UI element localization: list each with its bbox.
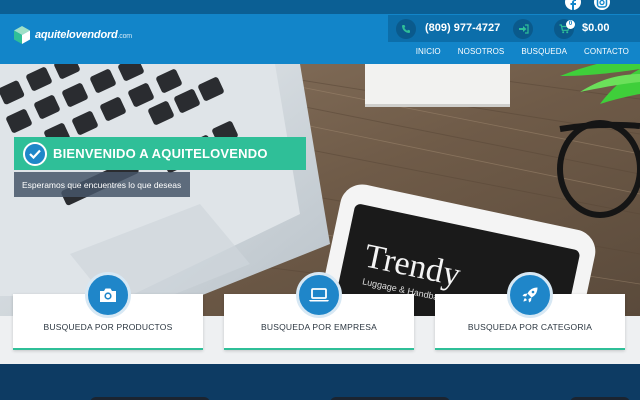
card-label: BUSQUEDA POR CATEGORIA — [467, 322, 593, 332]
main-nav: INICIO NOSOTROS BUSQUEDA CONTACTO — [399, 47, 629, 56]
contact-bar: (809) 977-4727 0 $0.00 — [388, 15, 640, 42]
nav-contacto[interactable]: CONTACTO — [584, 47, 629, 56]
welcome-title: BIENVENIDO A AQUITELOVENDO — [53, 146, 268, 161]
top-strip — [0, 0, 640, 14]
card-label: BUSQUEDA POR PRODUCTOS — [43, 322, 173, 332]
cart-count-badge: 0 — [566, 20, 575, 29]
site-logo[interactable]: aquitelovendord.com — [12, 24, 132, 46]
laptop-icon[interactable] — [296, 272, 342, 318]
footer-band — [0, 364, 640, 400]
nav-nosotros[interactable]: NOSOTROS — [458, 47, 505, 56]
phone-number[interactable]: (809) 977-4727 — [425, 22, 500, 34]
login-icon[interactable] — [513, 19, 533, 39]
camera-icon[interactable] — [85, 272, 131, 318]
logo-cube-icon — [12, 25, 32, 45]
site-header: aquitelovendord.com (809) 977-4727 0 $0.… — [0, 14, 640, 64]
phone-icon[interactable] — [396, 19, 416, 39]
welcome-banner: BIENVENIDO A AQUITELOVENDO — [14, 137, 306, 170]
card-label: BUSQUEDA POR EMPRESA — [261, 322, 377, 332]
nav-inicio[interactable]: INICIO — [416, 47, 441, 56]
logo-text: aquitelovendord.com — [35, 29, 132, 41]
nav-busqueda[interactable]: BUSQUEDA — [521, 47, 567, 56]
welcome-subtitle: Esperamos que encuentres lo que deseas — [14, 172, 190, 197]
facebook-icon[interactable] — [565, 0, 581, 10]
check-icon — [23, 141, 47, 166]
rocket-icon[interactable] — [507, 272, 553, 318]
cart-total[interactable]: $0.00 — [582, 22, 610, 34]
instagram-icon[interactable] — [594, 0, 610, 10]
